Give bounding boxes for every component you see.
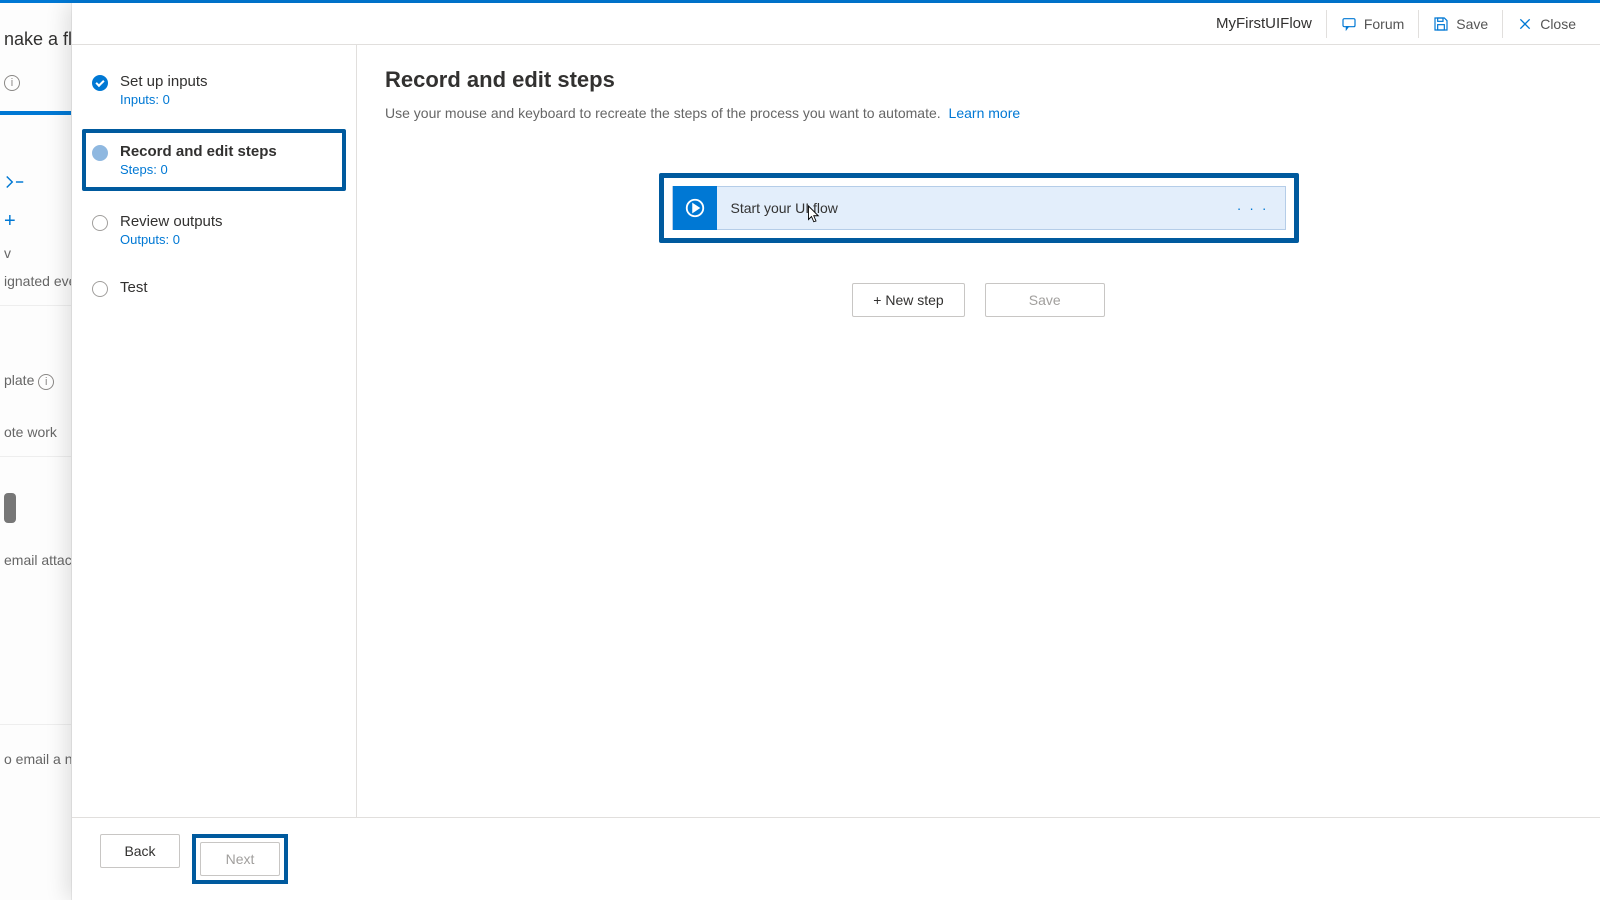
background-page: nake a fl i + v ignated even plate i ote… (0, 3, 72, 900)
forum-label: Forum (1364, 10, 1404, 38)
save-icon (1433, 16, 1449, 32)
bg-text: email attac (0, 546, 71, 574)
step-title: Test (120, 279, 148, 296)
flow-name: MyFirstUIFlow (1202, 10, 1327, 38)
bg-button-fragment (4, 493, 16, 523)
info-icon: i (38, 374, 54, 390)
bg-text: o email a n (0, 745, 71, 773)
step-test[interactable]: Test (86, 269, 342, 307)
info-icon: i (4, 75, 20, 91)
ui-flow-panel: MyFirstUIFlow Forum Save Close Set u (72, 3, 1600, 900)
record-icon (673, 186, 717, 230)
active-step-icon (92, 145, 108, 161)
step-title: Review outputs (120, 213, 223, 230)
start-ui-flow-card[interactable]: Start your UI flow · · · (672, 186, 1286, 230)
save-label: Save (1456, 10, 1488, 38)
flow-card-highlight: Start your UI flow · · · (659, 173, 1299, 243)
step-subtext: Inputs: 0 (120, 92, 208, 107)
step-review-outputs[interactable]: Review outputs Outputs: 0 (86, 203, 342, 257)
bg-heading: nake a fl (0, 23, 71, 56)
step-subtext: Outputs: 0 (120, 232, 223, 247)
footer: Back Next (72, 817, 1600, 900)
step-record-edit[interactable]: Record and edit steps Steps: 0 (82, 129, 346, 191)
pending-step-icon (92, 215, 108, 231)
content-area: Record and edit steps Use your mouse and… (357, 45, 1600, 817)
close-icon (1517, 16, 1533, 32)
page-description: Use your mouse and keyboard to recreate … (385, 105, 1572, 121)
next-button[interactable]: Next (200, 842, 280, 876)
check-icon (92, 75, 108, 91)
flow-card-label: Start your UI flow (717, 200, 1221, 216)
new-step-button[interactable]: + New step (852, 283, 964, 317)
panel-header: MyFirstUIFlow Forum Save Close (72, 3, 1600, 45)
step-title: Record and edit steps (120, 143, 277, 160)
learn-more-link[interactable]: Learn more (949, 105, 1021, 121)
close-label: Close (1540, 10, 1576, 38)
next-button-highlight: Next (192, 834, 288, 884)
bg-text: v (0, 239, 71, 267)
back-button[interactable]: Back (100, 834, 180, 868)
chat-icon (1341, 16, 1357, 32)
pending-step-icon (92, 281, 108, 297)
more-options-icon[interactable]: · · · (1221, 200, 1285, 216)
step-subtext: Steps: 0 (120, 162, 277, 177)
step-title: Set up inputs (120, 73, 208, 90)
page-title: Record and edit steps (385, 67, 1572, 93)
steps-sidebar: Set up inputs Inputs: 0 Record and edit … (72, 45, 357, 817)
flow-icon (4, 171, 26, 193)
forum-button[interactable]: Forum (1327, 10, 1419, 38)
bg-text: ote work (0, 418, 71, 446)
bg-text: plate i (0, 366, 71, 395)
close-button[interactable]: Close (1503, 10, 1590, 38)
step-setup-inputs[interactable]: Set up inputs Inputs: 0 (86, 63, 342, 117)
save-button[interactable]: Save (1419, 10, 1503, 38)
bg-text: ignated even (0, 267, 71, 295)
save-step-button[interactable]: Save (985, 283, 1105, 317)
